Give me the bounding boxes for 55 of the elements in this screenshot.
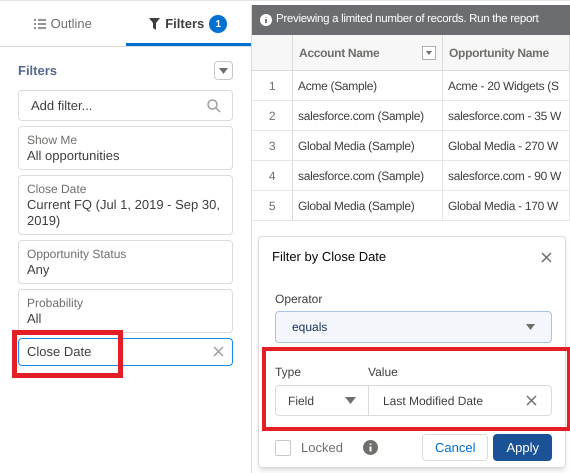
- table-cell: Global Media - 170 W: [443, 191, 570, 220]
- field-label: Type: [275, 364, 302, 381]
- filter-label: Probability: [27, 294, 84, 310]
- column-header[interactable]: Opportunity Name: [443, 35, 570, 70]
- info-icon: [260, 14, 272, 26]
- row-number: 3: [252, 131, 293, 160]
- filter-value: All opportunities: [27, 148, 120, 164]
- search-icon: [207, 98, 221, 112]
- row-number: 5: [252, 191, 293, 220]
- dropdown-icon[interactable]: [422, 46, 436, 60]
- table-cell: Acme - 20 Widgets (S: [443, 71, 570, 100]
- filter-card[interactable]: Close Date Current FQ (Jul 1, 2019 - Sep 30, 2019): [18, 174, 233, 234]
- row-number: 4: [252, 161, 293, 190]
- field-label: Operator: [275, 291, 324, 308]
- filter-input[interactable]: Close Date: [18, 338, 233, 366]
- tab[interactable]: Outline: [0, 5, 126, 46]
- count-badge: 1: [209, 15, 228, 33]
- operator-select[interactable]: equals: [275, 311, 552, 343]
- filter-label: Close Date: [27, 180, 88, 196]
- banner-text: Previewing a limited number of records. Run the report: [276, 12, 538, 28]
- filter-card[interactable]: Opportunity Status Any: [18, 240, 233, 284]
- cancel-button[interactable]: Cancel: [422, 434, 488, 461]
- filter-value: All: [27, 310, 42, 326]
- field-label: Value: [368, 364, 398, 381]
- info-icon[interactable]: [362, 440, 378, 455]
- panel-heading: Filters: [18, 62, 58, 80]
- table-cell: Global Media (Sample): [293, 191, 443, 220]
- checkbox-label: Locked: [301, 438, 343, 457]
- filter-label: Opportunity Status: [27, 246, 128, 262]
- table-cell: salesforce.com (Sample): [293, 101, 443, 130]
- checkbox[interactable]: [275, 440, 291, 456]
- table-cell: Global Media - 270 W: [443, 131, 570, 160]
- table-cell: Acme (Sample): [293, 71, 443, 100]
- apply-button[interactable]: Apply: [493, 434, 552, 461]
- row-number: 2: [252, 101, 293, 130]
- close-icon[interactable]: [541, 252, 552, 262]
- table-cell: salesforce.com - 35 W: [443, 101, 570, 130]
- table-cell: Global Media (Sample): [293, 131, 443, 160]
- close-icon[interactable]: [213, 346, 224, 357]
- dropdown-button[interactable]: [214, 61, 233, 80]
- list-icon: [34, 19, 46, 29]
- row-number: 1: [252, 71, 293, 100]
- column-header[interactable]: Account Name: [293, 35, 443, 70]
- funnel-icon: [149, 18, 160, 30]
- filter-value: Current FQ (Jul 1, 2019 - Sep 30, 2019): [27, 196, 221, 228]
- caret-icon: [526, 324, 535, 330]
- filter-card[interactable]: Show Me All opportunities: [18, 126, 233, 170]
- caret-icon: [219, 68, 228, 74]
- table-cell: salesforce.com - 90 W: [443, 161, 570, 190]
- filter-card[interactable]: Probability All: [18, 288, 233, 332]
- popover-title: Filter by Close Date: [272, 248, 386, 266]
- filter-value: Any: [27, 262, 50, 278]
- filter-label: Show Me: [27, 132, 78, 148]
- search-field[interactable]: Add filter...: [18, 90, 233, 120]
- table-cell: salesforce.com (Sample): [293, 161, 443, 190]
